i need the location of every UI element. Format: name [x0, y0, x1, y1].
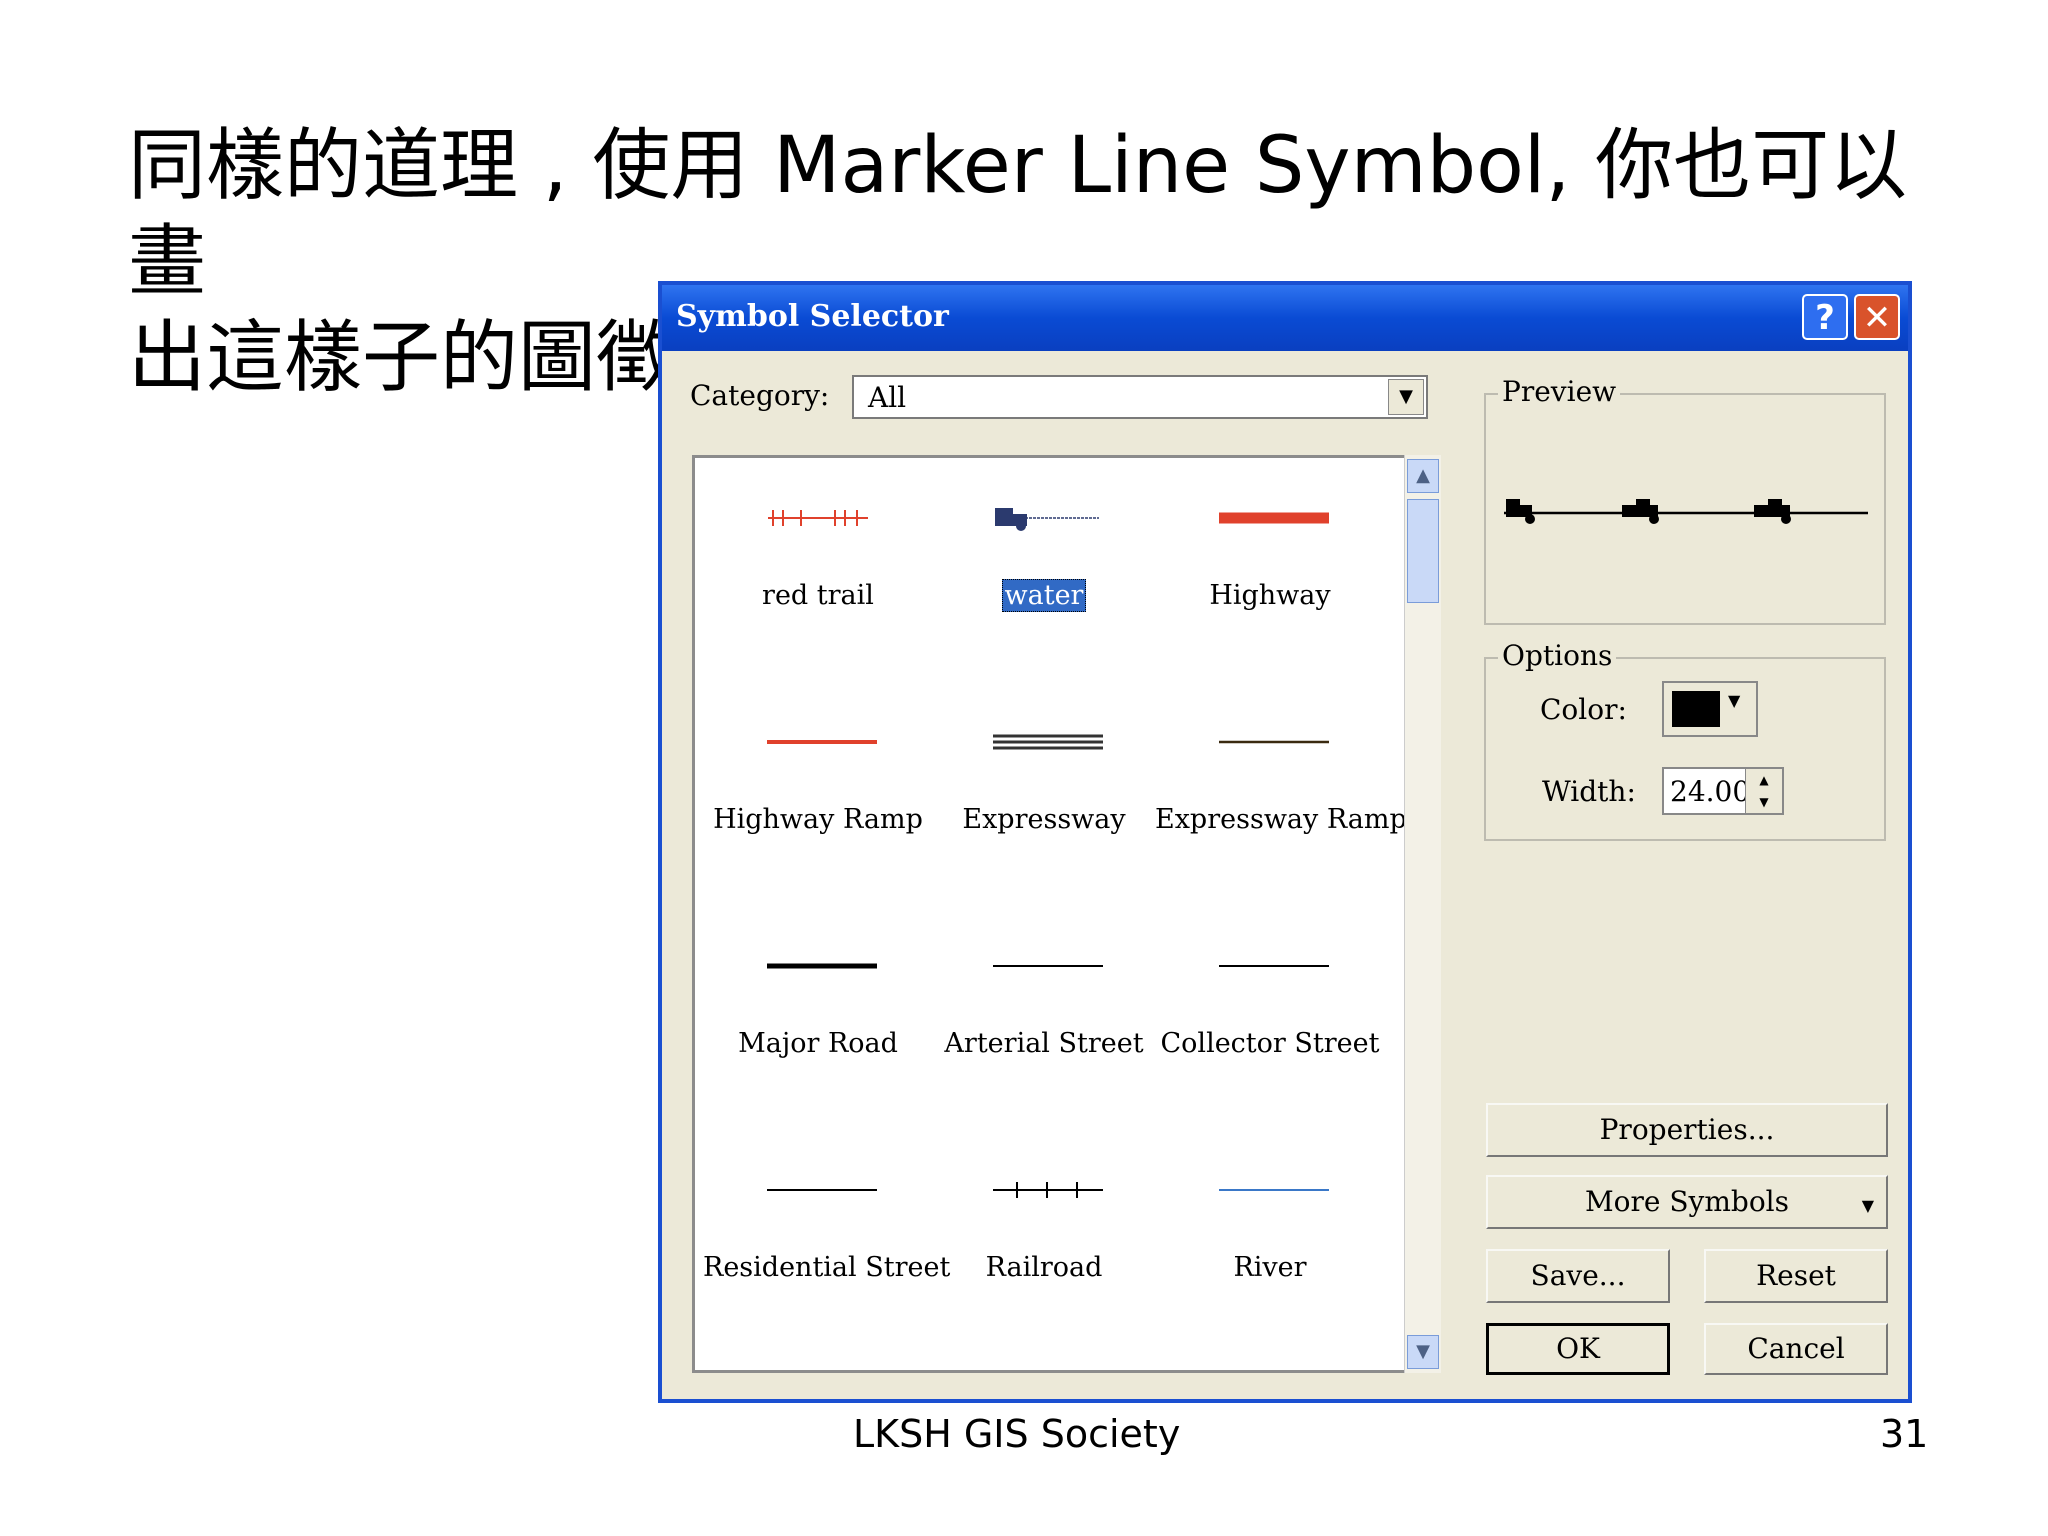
red-trail-swatch	[768, 510, 868, 526]
properties-button[interactable]: Properties...	[1486, 1103, 1888, 1157]
symbol-item-residential-street[interactable]: Residential Street	[703, 1130, 951, 1330]
symbol-label: Expressway Ramp	[1155, 804, 1407, 835]
symbol-item-collector-street[interactable]: Collector Street	[1155, 906, 1385, 1106]
preview-group: Preview	[1484, 375, 1886, 625]
width-input[interactable]: 24.00 ▲ ▼	[1662, 767, 1784, 815]
symbol-label: Residential Street	[703, 1252, 951, 1283]
arterial-street-swatch	[993, 965, 1103, 967]
page-number: 31	[1880, 1412, 1929, 1456]
reset-button[interactable]: Reset	[1704, 1249, 1888, 1303]
spin-down-icon[interactable]: ▼	[1746, 791, 1782, 813]
symbol-item-expressway[interactable]: Expressway	[929, 682, 1159, 882]
expressway-swatch	[993, 734, 1103, 750]
category-dropdown[interactable]: All ▼	[852, 375, 1428, 419]
scroll-down-icon[interactable]: ▼	[1407, 1335, 1439, 1369]
cancel-button[interactable]: Cancel	[1704, 1323, 1888, 1375]
close-button[interactable]: ✕	[1854, 294, 1900, 340]
highway-ramp-swatch	[767, 740, 877, 744]
residential-street-swatch	[767, 1189, 877, 1191]
dialog-titlebar[interactable]: Symbol Selector ? ✕	[662, 285, 1908, 351]
expressway-ramp-swatch	[1219, 740, 1329, 744]
symbol-list[interactable]: red trail water Highway Highway Ramp Exp…	[692, 455, 1440, 1373]
ok-button[interactable]: OK	[1486, 1323, 1670, 1375]
chevron-down-icon[interactable]: ▼	[1388, 379, 1424, 415]
help-button[interactable]: ?	[1802, 294, 1848, 340]
color-swatch	[1672, 691, 1720, 727]
more-symbols-button[interactable]: More Symbols ▼	[1486, 1175, 1888, 1229]
symbol-label: Major Road	[738, 1028, 898, 1059]
major-road-swatch	[767, 963, 877, 969]
symbol-item-expressway-ramp[interactable]: Expressway Ramp	[1155, 682, 1407, 882]
railroad-swatch	[993, 1182, 1103, 1198]
symbol-label: Expressway	[962, 804, 1126, 835]
symbol-item-railroad[interactable]: Railroad	[929, 1130, 1159, 1330]
category-value: All	[868, 381, 907, 414]
water-marker-swatch	[995, 508, 1099, 531]
preview-canvas	[1504, 499, 1868, 524]
symbol-label: Highway Ramp	[713, 804, 923, 835]
collector-street-swatch	[1219, 965, 1329, 967]
symbol-item-arterial-street[interactable]: Arterial Street	[929, 906, 1159, 1106]
symbol-label: Arterial Street	[944, 1028, 1144, 1059]
color-label: Color:	[1540, 693, 1627, 726]
chevron-down-icon: ▼	[1728, 691, 1741, 710]
symbol-item-river[interactable]: River	[1155, 1130, 1385, 1330]
more-symbols-label: More Symbols	[1584, 1185, 1790, 1218]
spin-up-icon[interactable]: ▲	[1746, 769, 1782, 791]
symbol-item-red-trail[interactable]: red trail	[703, 458, 933, 658]
symbol-label: Collector Street	[1160, 1028, 1380, 1059]
symbol-item-water[interactable]: water	[929, 458, 1159, 658]
width-value: 24.00	[1670, 775, 1751, 808]
scroll-up-icon[interactable]: ▲	[1407, 459, 1439, 493]
symbol-list-scrollbar[interactable]: ▲ ▼	[1404, 455, 1441, 1373]
width-spinner[interactable]: ▲ ▼	[1745, 769, 1782, 813]
dialog-title: Symbol Selector	[676, 299, 949, 334]
footer-text: LKSH GIS Society	[853, 1412, 1181, 1456]
width-label: Width:	[1542, 775, 1636, 808]
symbol-label: Highway	[1209, 580, 1331, 611]
save-button[interactable]: Save...	[1486, 1249, 1670, 1303]
scrollbar-thumb[interactable]	[1407, 499, 1439, 603]
symbol-item-major-road[interactable]: Major Road	[703, 906, 933, 1106]
chevron-down-icon: ▼	[1861, 1196, 1874, 1215]
options-label: Options	[1498, 639, 1617, 672]
color-picker-button[interactable]: ▼	[1662, 681, 1758, 737]
symbol-label: red trail	[762, 580, 874, 611]
category-label: Category:	[690, 379, 830, 412]
highway-swatch	[1219, 512, 1329, 524]
symbol-label: River	[1233, 1252, 1307, 1283]
symbol-label: Railroad	[985, 1252, 1103, 1283]
river-swatch	[1219, 1189, 1329, 1191]
symbol-label-selected: water	[929, 579, 1159, 612]
symbol-selector-dialog: Symbol Selector ? ✕ Category: All ▼ red …	[658, 281, 1912, 1403]
symbol-item-highway[interactable]: Highway	[1155, 458, 1385, 658]
symbol-item-highway-ramp[interactable]: Highway Ramp	[703, 682, 933, 882]
options-group: Options Color: ▼ Width: 24.00 ▲ ▼	[1484, 639, 1886, 841]
